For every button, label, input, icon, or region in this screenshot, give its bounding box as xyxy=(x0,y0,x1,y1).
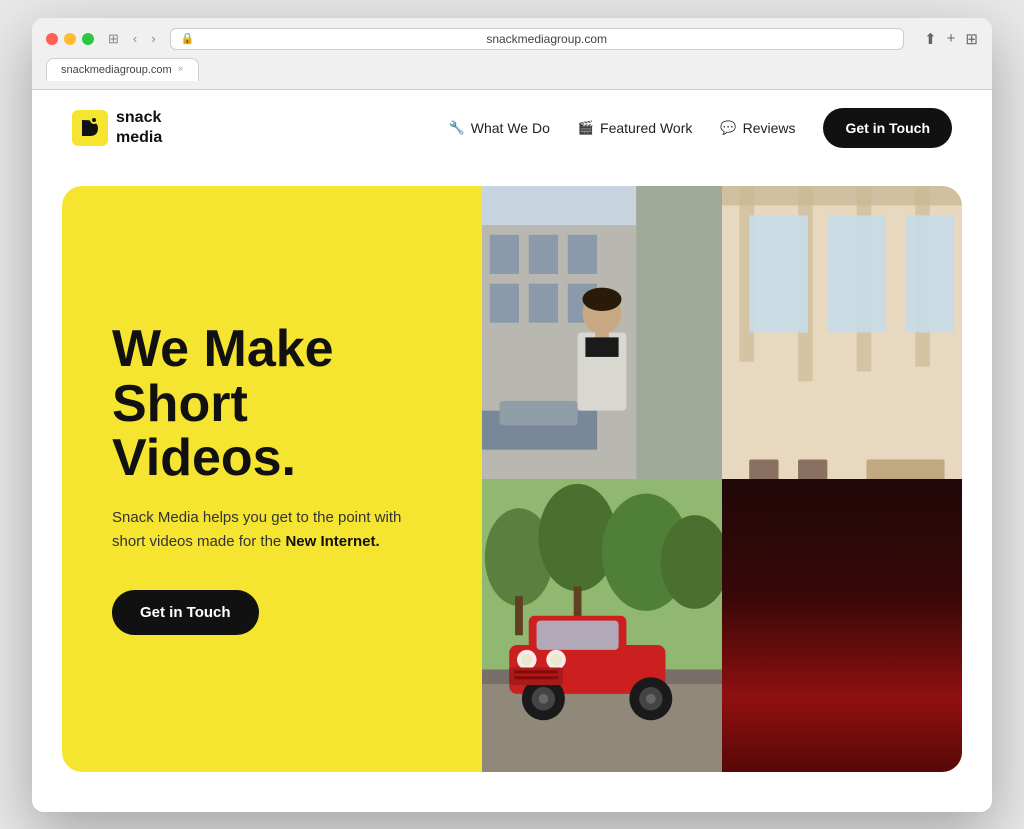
browser-right-actions: ⬆ + ⊞ xyxy=(924,30,978,48)
back-button[interactable]: ‹ xyxy=(129,29,141,48)
tab-close-button[interactable]: × xyxy=(178,64,184,75)
hero-image-grid xyxy=(482,186,962,772)
maximize-window-button[interactable] xyxy=(82,33,94,45)
forward-button[interactable]: › xyxy=(147,29,159,48)
nav-reviews-label: Reviews xyxy=(743,120,796,136)
close-window-button[interactable] xyxy=(46,33,58,45)
hero-subtext-bold: New Internet. xyxy=(285,533,379,550)
nav-cta-button[interactable]: Get in Touch xyxy=(823,108,952,148)
site-content: snack media 🔧 What We Do 🎬 Featured Work… xyxy=(32,90,992,812)
logo-text: snack media xyxy=(116,108,162,146)
hero-left-panel: We Make Short Videos. Snack Media helps … xyxy=(62,186,482,772)
traffic-lights xyxy=(46,33,94,45)
grid-button[interactable]: ⊞ xyxy=(965,30,978,48)
nav-reviews[interactable]: 💬 Reviews xyxy=(720,120,795,136)
film-icon: 🎬 xyxy=(578,120,594,136)
browser-window: ⊞ ‹ › 🔒 snackmediagroup.com ⬆ + ⊞ snackm… xyxy=(32,18,992,812)
url-text: snackmediagroup.com xyxy=(200,32,893,46)
logo[interactable]: snack media xyxy=(72,108,162,146)
hero-subtext: Snack Media helps you get to the point w… xyxy=(112,506,412,554)
sidebar-toggle-button[interactable]: ⊞ xyxy=(104,29,123,49)
new-tab-button[interactable]: + xyxy=(947,30,956,47)
hero-image-dark xyxy=(722,479,962,772)
browser-chrome: ⊞ ‹ › 🔒 snackmediagroup.com ⬆ + ⊞ snackm… xyxy=(32,18,992,90)
minimize-window-button[interactable] xyxy=(64,33,76,45)
hero-cta-button[interactable]: Get in Touch xyxy=(112,590,259,635)
nav-links: 🔧 What We Do 🎬 Featured Work 💬 Reviews G… xyxy=(449,108,952,148)
nav-what-we-do[interactable]: 🔧 What We Do xyxy=(449,120,550,136)
nav-featured-work-label: Featured Work xyxy=(600,120,692,136)
address-bar[interactable]: 🔒 snackmediagroup.com xyxy=(170,28,904,50)
lock-icon: 🔒 xyxy=(181,32,195,45)
logo-icon xyxy=(72,110,108,146)
browser-controls: ⊞ ‹ › xyxy=(104,29,160,49)
tab-label: snackmediagroup.com xyxy=(61,64,172,76)
hero-section: We Make Short Videos. Snack Media helps … xyxy=(32,166,992,812)
hero-headline: We Make Short Videos. xyxy=(112,322,432,486)
chat-icon: 💬 xyxy=(720,120,736,136)
share-button[interactable]: ⬆ xyxy=(924,30,937,48)
nav-featured-work[interactable]: 🎬 Featured Work xyxy=(578,120,693,136)
tab-bar: snackmediagroup.com × xyxy=(46,58,978,81)
wrench-icon: 🔧 xyxy=(449,120,465,136)
active-tab[interactable]: snackmediagroup.com × xyxy=(46,58,199,81)
navigation: snack media 🔧 What We Do 🎬 Featured Work… xyxy=(32,90,992,166)
nav-what-we-do-label: What We Do xyxy=(471,120,550,136)
hero-inner: We Make Short Videos. Snack Media helps … xyxy=(62,186,962,772)
hero-image-car xyxy=(482,479,722,772)
hero-image-person xyxy=(482,186,722,479)
